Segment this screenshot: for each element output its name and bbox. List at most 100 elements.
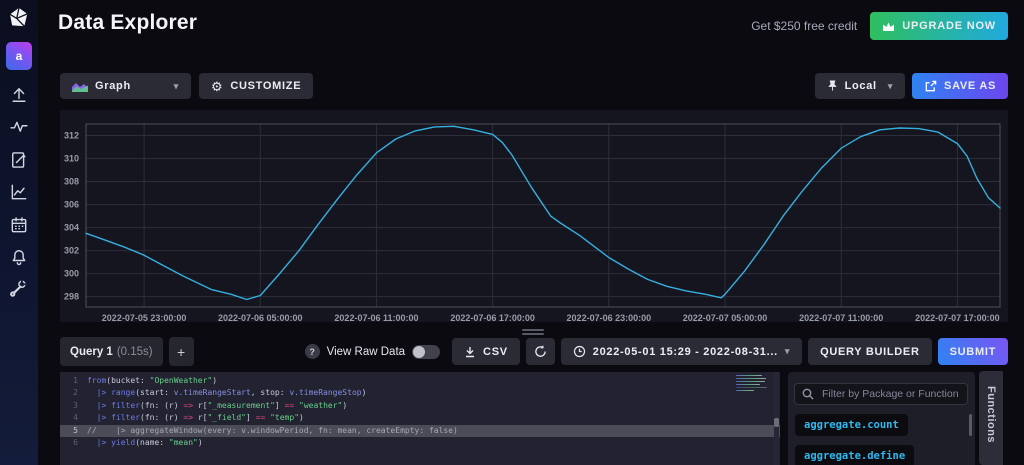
sidebar-item-usage[interactable] [8,116,30,138]
query-tab[interactable]: Query 1 (0.15s) [60,337,163,366]
svg-text:306: 306 [64,200,79,210]
svg-text:2022-07-05 23:00:00: 2022-07-05 23:00:00 [102,313,187,322]
notebook-edit-icon [12,152,26,168]
view-controls: Graph ▾ ⚙ CUSTOMIZE [60,73,314,99]
svg-text:2022-07-06 23:00:00: 2022-07-06 23:00:00 [567,313,652,322]
upgrade-now-button[interactable]: UPGRADE NOW [870,12,1008,40]
query-builder-label: QUERY BUILDER [820,345,920,358]
svg-text:2022-07-07 05:00:00: 2022-07-07 05:00:00 [683,313,768,322]
time-range-label: 2022-05-01 15:29 - 2022-08-31... [592,345,778,358]
save-controls: Local ▾ SAVE AS [814,73,1008,99]
function-search-input[interactable] [820,387,960,401]
sidebar-item-load-data[interactable] [8,84,30,106]
scope-label: Local [844,80,877,92]
view-raw-data-label: View Raw Data [326,345,406,358]
editor-scrollbar-handle[interactable] [774,418,779,427]
query-tab-label: Query 1 [70,345,113,358]
variable-scope-dropdown[interactable]: Local ▾ [814,73,906,99]
line-number: 1 [73,376,78,385]
calendar-icon [11,217,27,233]
sidebar-item-settings[interactable] [8,277,30,299]
sidebar-item-dashboards[interactable] [8,214,30,236]
line-number: 4 [73,413,78,423]
refresh-button[interactable] [525,338,555,365]
upgrade-now-label: UPGRADE NOW [902,20,996,32]
svg-text:2022-07-07 17:00:00: 2022-07-07 17:00:00 [915,313,1000,322]
query-toolbar: Query 1 (0.15s) + ? View Raw Data CSV 20… [60,337,1008,366]
sidebar: a [0,0,38,465]
graph-type-icon [72,83,88,92]
functions-tab-label: Functions [985,386,997,444]
line-number: 2 [73,388,78,398]
promo-text: Get $250 free credit [751,19,858,33]
time-range-dropdown[interactable]: 2022-05-01 15:29 - 2022-08-31... ▾ [560,338,803,365]
code-line[interactable]: 5// |> aggregateWindow(every: v.windowPe… [60,424,780,437]
functions-panel: aggregate.count aggregate.define [788,372,975,465]
submit-button[interactable]: SUBMIT [937,338,1008,365]
editor-scrollbar[interactable] [774,372,779,465]
svg-text:2022-07-06 17:00:00: 2022-07-06 17:00:00 [450,313,535,322]
code-line[interactable]: 6 |> yield(name: "mean") [60,437,780,449]
query-duration: (0.15s) [116,345,153,358]
function-list: aggregate.count aggregate.define [795,414,915,465]
graph-panel: 298 300 302 304 306 308 310 312 2022-07-05 23:00… [60,110,1008,323]
customize-button[interactable]: ⚙ CUSTOMIZE [199,73,314,99]
csv-download-button[interactable]: CSV [452,338,520,365]
toggle-knob [413,345,426,358]
svg-text:2022-07-07 11:00:00: 2022-07-07 11:00:00 [799,313,883,322]
code-line[interactable]: 2 |> range(start: v.timeRangeStart, stop… [60,387,780,399]
chevron-down-icon: ▾ [784,346,791,356]
influxdb-logo-icon[interactable] [8,7,30,29]
save-as-label: SAVE AS [944,80,996,92]
functions-tab[interactable]: Functions [979,371,1003,465]
temperature-line-chart[interactable]: 298 300 302 304 306 308 310 312 2022-07-05 23:00… [60,110,1008,323]
chevron-down-icon: ▾ [887,80,894,91]
org-avatar[interactable]: a [6,42,32,70]
line-number: 6 [73,437,78,447]
save-as-button[interactable]: SAVE AS [912,73,1008,99]
code-line[interactable]: 3 |> filter(fn: (r) => r["_measurement"]… [60,400,780,412]
sidebar-item-alerts[interactable] [8,246,30,268]
svg-text:298: 298 [64,292,79,302]
svg-text:310: 310 [64,154,79,164]
avatar-letter: a [15,49,23,63]
function-item[interactable]: aggregate.count [795,414,908,436]
function-search-box[interactable] [794,383,968,405]
csv-label: CSV [483,345,508,358]
svg-text:300: 300 [64,269,79,279]
svg-text:302: 302 [64,246,79,256]
view-raw-data-group: ? View Raw Data [304,344,441,359]
code-line[interactable]: 1 from(bucket: "OpenWeather") [60,375,780,387]
wrench-icon [10,280,26,297]
svg-text:304: 304 [64,223,79,233]
customize-label: CUSTOMIZE [230,80,302,92]
upload-icon [12,88,26,102]
code-line[interactable]: 4 |> filter(fn: (r) => r["_field"] == "t… [60,412,780,424]
svg-text:2022-07-06 05:00:00: 2022-07-06 05:00:00 [218,313,303,322]
svg-text:308: 308 [64,177,79,187]
line-chart-icon [11,184,27,200]
refresh-icon [535,345,546,357]
svg-text:312: 312 [64,131,79,141]
visualization-type-label: Graph [95,80,131,92]
view-raw-data-toggle[interactable] [412,344,441,359]
visualization-type-dropdown[interactable]: Graph ▾ [60,73,191,99]
function-item[interactable]: aggregate.define [795,445,915,465]
download-icon [466,346,475,357]
question-mark-icon: ? [304,344,320,359]
gear-icon: ⚙ [211,78,224,94]
chevron-down-icon: ▾ [173,80,179,91]
search-icon [802,388,814,400]
pin-icon [827,80,837,91]
sidebar-item-data-explorer[interactable] [8,181,30,203]
add-query-button[interactable]: + [168,337,194,366]
pulse-icon [10,121,28,132]
functions-scrollbar-handle[interactable] [969,414,972,436]
export-icon [925,80,937,91]
flux-script-editor[interactable]: 1 from(bucket: "OpenWeather") 2 |> range(s… [60,372,780,465]
panel-resize-handle[interactable] [522,328,544,336]
clock-icon [573,345,585,358]
submit-label: SUBMIT [949,345,996,358]
sidebar-item-notebooks[interactable] [8,149,30,171]
query-builder-button[interactable]: QUERY BUILDER [808,338,932,365]
